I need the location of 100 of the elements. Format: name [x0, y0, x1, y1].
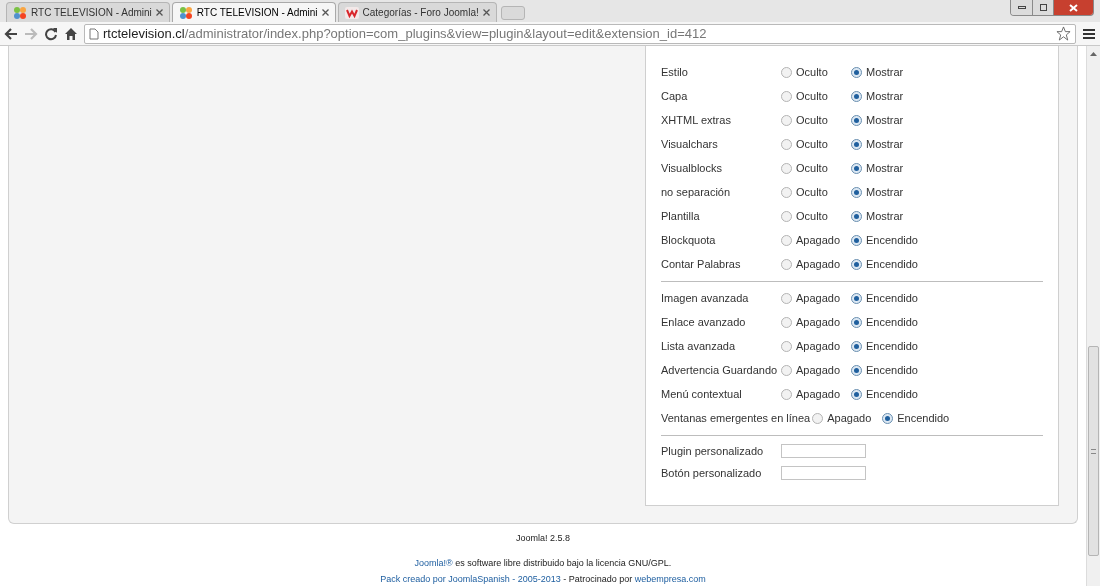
setting-label: Imagen avanzada: [661, 290, 750, 306]
option-label: Apagado: [796, 362, 841, 378]
setting-label: Plantilla: [661, 208, 701, 224]
setting-label: Contar Palabras: [661, 256, 742, 272]
option-label: Oculto: [796, 160, 828, 176]
scrollbar-thumb[interactable]: [1088, 346, 1099, 556]
radio-button[interactable]: [781, 388, 792, 400]
close-window-button[interactable]: [1053, 0, 1093, 15]
close-icon: [1069, 3, 1078, 12]
option-label: Apagado: [796, 290, 841, 306]
radio-button[interactable]: [781, 210, 792, 222]
setting-label: XHTML extras: [661, 112, 732, 128]
setting-label: Botón personalizado: [661, 465, 763, 481]
footer-link[interactable]: Pack creado por JoomlaSpanish - 2005-2013: [380, 573, 561, 584]
setting-label: Ventanas emergentes en línea: [661, 410, 812, 426]
radio-button[interactable]: [781, 162, 792, 174]
option-label: Oculto: [796, 208, 828, 224]
home-icon[interactable]: [64, 26, 78, 41]
option-label: Mostrar: [866, 184, 904, 200]
close-icon[interactable]: [155, 9, 163, 16]
option-label: Mostrar: [866, 112, 904, 128]
radio-button[interactable]: [851, 258, 862, 270]
setting-label: no separación: [661, 184, 732, 200]
option-label: Mostrar: [866, 64, 904, 80]
page-icon: [89, 27, 99, 40]
option-label: Mostrar: [866, 136, 904, 152]
tab-title: RTC TELEVISION - Admini: [31, 6, 152, 20]
radio-button[interactable]: [781, 138, 792, 150]
option-label: Mostrar: [866, 88, 904, 104]
input-field[interactable]: [781, 444, 866, 458]
option-label: Encendido: [866, 362, 918, 378]
radio-button[interactable]: [812, 412, 824, 424]
radio-button[interactable]: [851, 138, 862, 150]
browser-tab[interactable]: RTC TELEVISION - Admini: [171, 2, 336, 22]
version-text: Joomla! 2.5.8: [516, 531, 570, 545]
setting-label: Visualblocks: [661, 160, 723, 176]
radio-button[interactable]: [781, 292, 792, 304]
option-label: Apagado: [796, 386, 841, 402]
option-label: Apagado: [827, 410, 872, 426]
minimize-button[interactable]: [1011, 0, 1032, 15]
radio-button[interactable]: [882, 412, 894, 424]
back-arrow-icon[interactable]: [4, 26, 18, 41]
radio-button[interactable]: [851, 388, 862, 400]
radio-button[interactable]: [851, 162, 862, 174]
radio-button[interactable]: [851, 114, 862, 126]
star-icon[interactable]: [1056, 26, 1071, 41]
reload-icon[interactable]: [44, 26, 58, 41]
tab-title: RTC TELEVISION - Admini: [196, 6, 318, 20]
option-label: Encendido: [866, 338, 918, 354]
browser-tab[interactable]: RTC TELEVISION - Admini: [6, 2, 170, 22]
radio-button[interactable]: [851, 186, 862, 198]
radio-button[interactable]: [781, 258, 792, 270]
setting-label: Advertencia Guardando: [661, 362, 779, 378]
scroll-up-icon[interactable]: [1090, 52, 1097, 56]
radio-button[interactable]: [781, 186, 792, 198]
setting-label: Visualchars: [661, 136, 719, 152]
tab-title: Categorías - Foro Joomla!: [362, 6, 479, 20]
option-label: Oculto: [796, 112, 828, 128]
radio-button[interactable]: [851, 90, 862, 102]
option-label: Oculto: [796, 136, 828, 152]
radio-button[interactable]: [781, 90, 792, 102]
radio-button[interactable]: [781, 316, 792, 328]
site-logo-icon: [344, 5, 359, 20]
radio-button[interactable]: [781, 340, 792, 352]
option-label: Apagado: [796, 338, 841, 354]
option-label: Oculto: [796, 88, 828, 104]
option-label: Encendido: [866, 290, 918, 306]
scrollbar[interactable]: [1086, 46, 1100, 586]
radio-button[interactable]: [851, 364, 862, 376]
address-bar[interactable]: rtctelevision.cl/administrator/index.php?option=com_plugins&view=plugin&layout=edit&extension_id=412: [84, 23, 1076, 44]
radio-button[interactable]: [851, 316, 862, 328]
joomla-logo-icon: [178, 5, 193, 20]
radio-button[interactable]: [851, 66, 862, 78]
close-icon[interactable]: [321, 9, 329, 16]
footer-link[interactable]: Joomla!®: [414, 558, 453, 568]
close-icon[interactable]: [482, 9, 490, 16]
restore-button[interactable]: [1032, 0, 1053, 15]
radio-button[interactable]: [781, 66, 792, 78]
input-field[interactable]: [781, 466, 866, 480]
option-label: Apagado: [796, 314, 841, 330]
option-label: Apagado: [796, 256, 841, 272]
option-label: Encendido: [897, 410, 950, 426]
browser-tab[interactable]: Categorías - Foro Joomla!: [337, 2, 497, 22]
option-label: Encendido: [866, 232, 918, 248]
radio-button[interactable]: [781, 234, 792, 246]
radio-button[interactable]: [851, 292, 862, 304]
setting-label: Plugin personalizado: [661, 443, 765, 459]
setting-label: Capa: [661, 88, 689, 104]
radio-button[interactable]: [851, 210, 862, 222]
option-label: Encendido: [866, 256, 918, 272]
footer-link[interactable]: webempresa.com: [634, 573, 706, 584]
option-label: Encendido: [866, 386, 918, 402]
menu-icon[interactable]: [1082, 27, 1096, 40]
radio-button[interactable]: [851, 234, 862, 246]
radio-button[interactable]: [781, 364, 792, 376]
setting-label: Estilo: [661, 64, 689, 80]
radio-button[interactable]: [851, 340, 862, 352]
option-label: Mostrar: [866, 160, 904, 176]
radio-button[interactable]: [781, 114, 792, 126]
footer-text: Joomla!® es software libre distribuido bajo la licencia GNU/GPL.: [414, 557, 672, 570]
